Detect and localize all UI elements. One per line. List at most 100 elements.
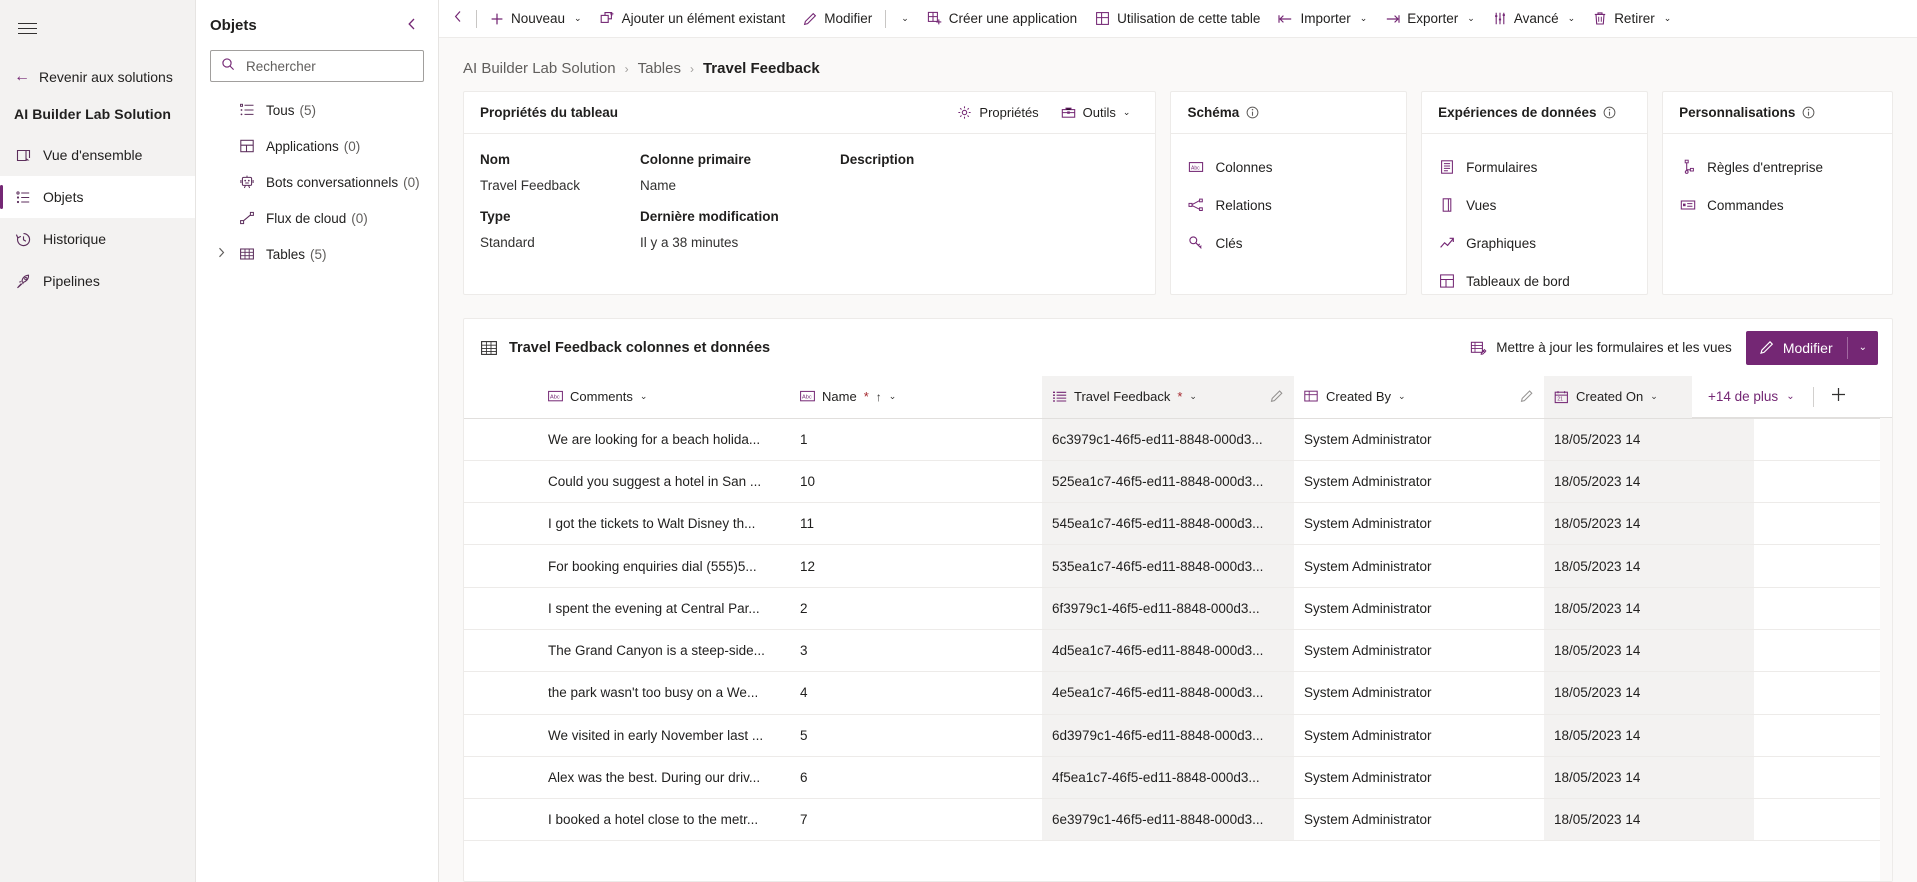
row-select-cell[interactable]	[464, 798, 538, 842]
more-columns-label[interactable]: +14 de plus	[1708, 389, 1778, 404]
link-cles[interactable]: Clés	[1187, 224, 1390, 262]
customizations-card: Personnalisations Règles d'entreprise Co…	[1662, 91, 1893, 295]
chevron-left-icon[interactable]	[400, 15, 424, 36]
table-row[interactable]: We are looking for a beach holida... 1 6…	[464, 418, 1892, 461]
commands-icon	[1679, 197, 1697, 213]
update-forms-and-views-button[interactable]: Mettre à jour les formulaires et les vue…	[1470, 340, 1732, 356]
table-row[interactable]: We visited in early November last ... 5 …	[464, 714, 1892, 757]
chevron-down-icon[interactable]: ⌄	[1568, 13, 1576, 24]
row-select-cell[interactable]	[464, 544, 538, 588]
row-select-cell[interactable]	[464, 714, 538, 757]
create-app-button[interactable]: Créer une application	[918, 4, 1086, 34]
tree-item-bots[interactable]: Bots conversationnels (0)	[210, 164, 424, 200]
edit-caret-button[interactable]: ⌄	[890, 4, 918, 34]
sidebar-item-historique[interactable]: Historique	[0, 218, 195, 260]
table-row[interactable]: I spent the evening at Central Par... 2 …	[464, 587, 1892, 630]
command-bar: Nouveau ⌄ Ajouter un élément existant Mo…	[439, 0, 1917, 38]
column-header-name[interactable]: Abc Name * ↑ ⌄	[790, 376, 1042, 419]
chevron-down-icon[interactable]: ⌄	[1786, 391, 1794, 402]
table-row[interactable]: the park wasn't too busy on a We... 4 4e…	[464, 671, 1892, 715]
row-select-cell[interactable]	[464, 587, 538, 630]
import-button[interactable]: Importer ⌄	[1269, 4, 1376, 34]
row-select-cell[interactable]	[464, 629, 538, 673]
row-select-cell[interactable]	[464, 502, 538, 546]
link-colonnes[interactable]: Abc Colonnes	[1187, 148, 1390, 186]
hamburger-icon[interactable]	[4, 6, 50, 50]
info-icon[interactable]	[1246, 106, 1259, 119]
new-label: Nouveau	[511, 11, 566, 26]
export-button[interactable]: Exporter ⌄	[1376, 4, 1484, 34]
panel-collapse-icon[interactable]	[453, 10, 472, 28]
sidebar-item-overview[interactable]: Vue d'ensemble	[0, 134, 195, 176]
edit-split-button[interactable]: Modifier ⌄	[1745, 330, 1878, 365]
breadcrumb-item-tables[interactable]: Tables	[638, 60, 681, 77]
row-select-cell[interactable]	[464, 460, 538, 504]
back-to-solutions-link[interactable]: ← Revenir aux solutions	[0, 58, 195, 96]
remove-label: Retirer	[1614, 11, 1655, 26]
use-this-table-button[interactable]: Utilisation de cette table	[1086, 4, 1269, 34]
properties-button[interactable]: Propriétés	[948, 99, 1047, 127]
select-all-header[interactable]	[464, 376, 538, 419]
remove-button[interactable]: Retirer ⌄	[1584, 4, 1680, 34]
search-input[interactable]	[244, 57, 413, 75]
table-row[interactable]: Alex was the best. During our driv... 6 …	[464, 756, 1892, 800]
chevron-right-icon[interactable]	[214, 247, 228, 261]
info-icon[interactable]	[1603, 106, 1616, 119]
table-row[interactable]: For booking enquiries dial (555)5... 12 …	[464, 544, 1892, 588]
chevron-down-icon[interactable]: ⌄	[1360, 13, 1368, 24]
tree-item-flux-de-cloud[interactable]: Flux de cloud (0)	[210, 200, 424, 236]
tree-item-tables[interactable]: Tables (5)	[210, 236, 424, 272]
breadcrumb-item-solution[interactable]: AI Builder Lab Solution	[463, 60, 616, 77]
table-row[interactable]: The Grand Canyon is a steep-side... 3 4d…	[464, 629, 1892, 673]
link-formulaires[interactable]: Formulaires	[1438, 148, 1631, 186]
column-header-travel-feedback[interactable]: Travel Feedback * ⌄	[1042, 376, 1294, 419]
info-icon[interactable]	[1802, 106, 1815, 119]
chevron-down-icon[interactable]: ⌄	[1189, 391, 1197, 402]
schema-card: Schéma Abc Colonnes Relations Clés	[1170, 91, 1408, 295]
tree-item-tous[interactable]: Tous (5)	[210, 92, 424, 128]
table-row[interactable]: Could you suggest a hotel in San ... 10 …	[464, 460, 1892, 504]
link-regles-entreprise[interactable]: Règles d'entreprise	[1679, 148, 1876, 186]
chevron-down-icon[interactable]: ⌄	[889, 391, 897, 402]
tools-button[interactable]: Outils ⌄	[1052, 99, 1140, 127]
search-box[interactable]	[210, 50, 424, 82]
row-select-cell[interactable]	[464, 418, 538, 461]
chevron-down-icon[interactable]: ⌄	[1848, 331, 1878, 365]
edit-button[interactable]: Modifier	[794, 4, 881, 34]
link-graphiques[interactable]: Graphiques	[1438, 224, 1631, 262]
link-tableaux-de-bord[interactable]: Tableaux de bord	[1438, 262, 1631, 300]
grid-scrollbar[interactable]	[1880, 418, 1892, 881]
new-button[interactable]: Nouveau ⌄	[481, 4, 591, 34]
sort-ascending-icon[interactable]: ↑	[876, 390, 882, 404]
tree-item-label: Tables	[266, 246, 306, 262]
table-row[interactable]: I booked a hotel close to the metr... 7 …	[464, 798, 1892, 842]
chevron-down-icon[interactable]: ⌄	[1467, 13, 1475, 24]
chevron-down-icon[interactable]: ⌄	[901, 13, 909, 24]
link-relations[interactable]: Relations	[1187, 186, 1390, 224]
row-select-cell[interactable]	[464, 671, 538, 715]
add-column-icon[interactable]	[1830, 386, 1847, 407]
chevron-down-icon[interactable]: ⌄	[640, 391, 648, 402]
data-grid-wrapper: Abc Comments ⌄ Abc Name * ↑ ⌄ Travel Fee…	[464, 376, 1892, 881]
column-header-created-by[interactable]: Created By ⌄	[1294, 376, 1544, 419]
edit-button[interactable]: Modifier	[1746, 331, 1847, 365]
trash-icon	[1593, 11, 1607, 26]
sidebar-item-objets[interactable]: Objets	[0, 176, 195, 218]
cell-comments: We visited in early November last ...	[538, 714, 790, 757]
edit-pen-icon[interactable]	[1519, 389, 1534, 404]
chevron-down-icon[interactable]: ⌄	[1398, 391, 1406, 402]
link-commandes[interactable]: Commandes	[1679, 186, 1876, 224]
advanced-button[interactable]: Avancé ⌄	[1484, 4, 1584, 34]
edit-pen-icon[interactable]	[1269, 389, 1284, 404]
column-header-comments[interactable]: Abc Comments ⌄	[538, 376, 790, 419]
table-row[interactable]: I got the tickets to Walt Disney th... 1…	[464, 502, 1892, 546]
link-vues[interactable]: Vues	[1438, 186, 1631, 224]
chevron-down-icon[interactable]: ⌄	[1123, 107, 1131, 118]
tree-item-applications[interactable]: Applications (0)	[210, 128, 424, 164]
chevron-down-icon[interactable]: ⌄	[1650, 391, 1658, 402]
chevron-down-icon[interactable]: ⌄	[1664, 13, 1672, 24]
add-existing-button[interactable]: Ajouter un élément existant	[591, 4, 795, 34]
row-select-cell[interactable]	[464, 756, 538, 800]
sidebar-item-pipelines[interactable]: Pipelines	[0, 260, 195, 302]
chevron-down-icon[interactable]: ⌄	[574, 13, 582, 24]
